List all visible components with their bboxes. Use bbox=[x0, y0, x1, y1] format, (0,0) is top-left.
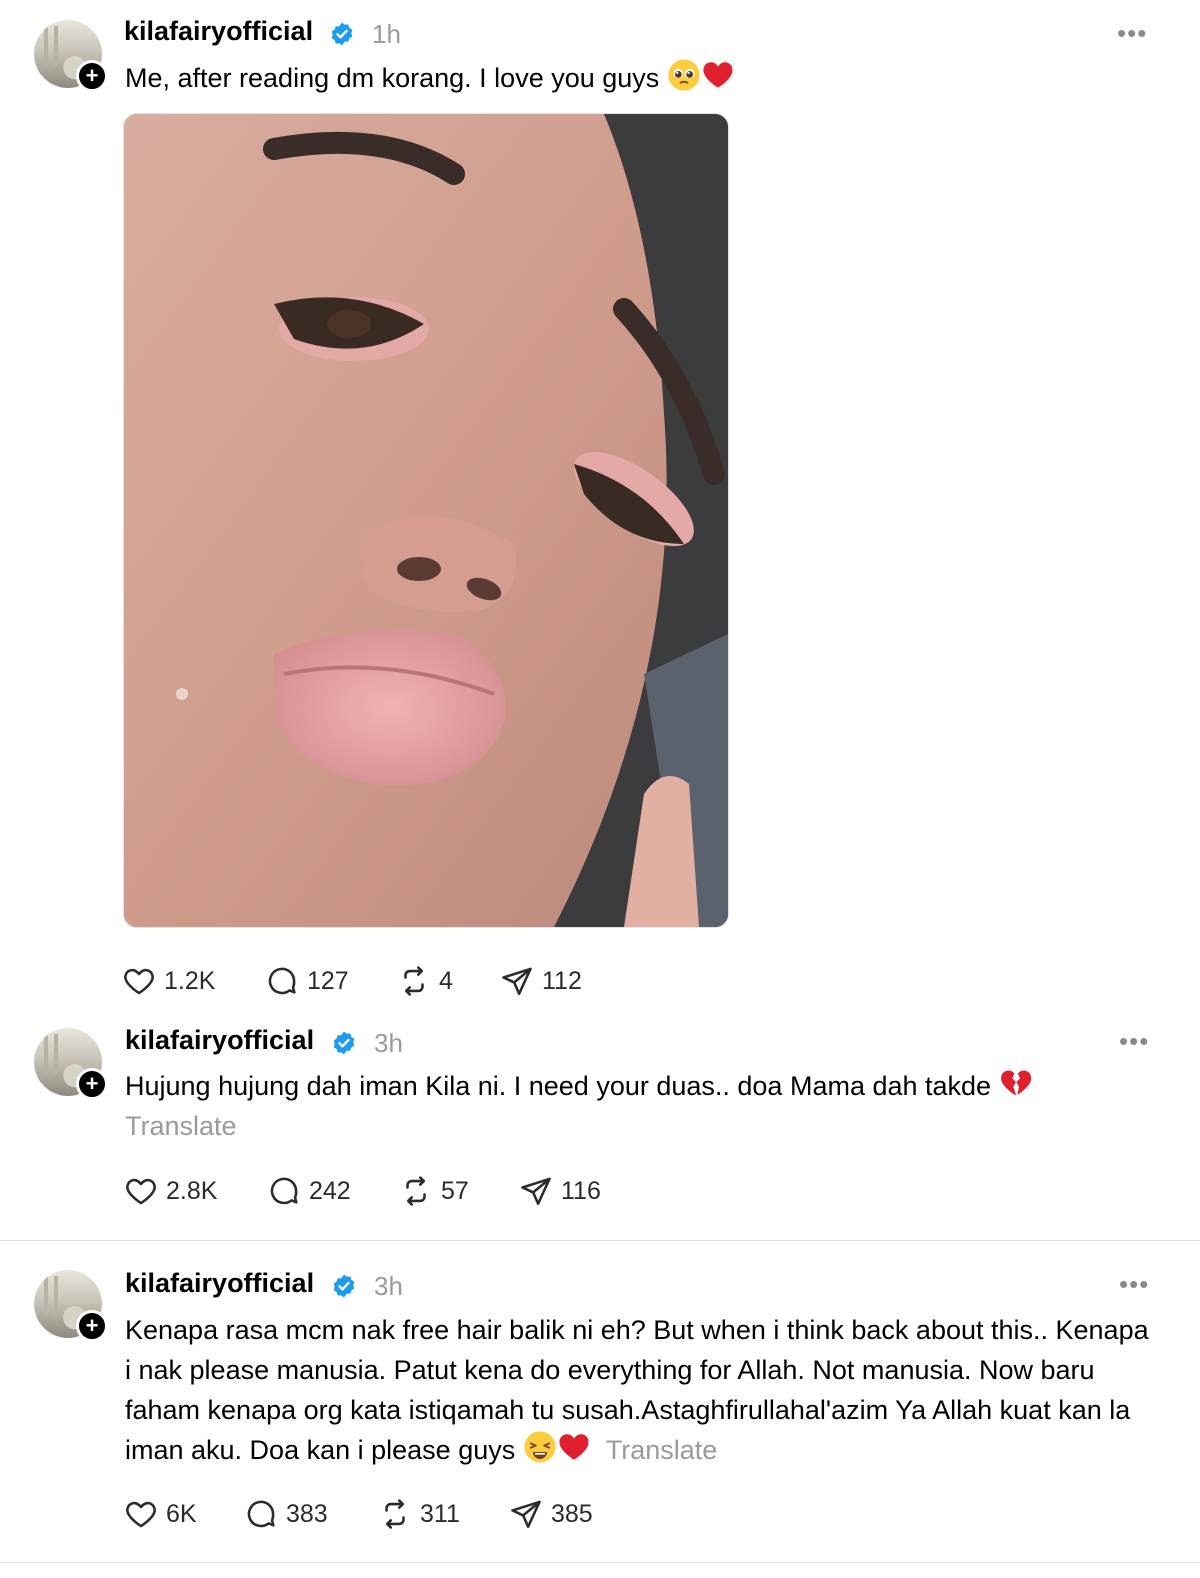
post-actions: 2.8K 242 57 116 bbox=[124, 1171, 624, 1211]
red-heart-icon bbox=[557, 1430, 591, 1464]
translate-link[interactable]: Translate bbox=[125, 1111, 237, 1141]
post-actions: 6K 383 311 385 bbox=[124, 1494, 624, 1534]
verified-badge-icon bbox=[329, 21, 355, 47]
more-dots-icon[interactable]: ••• bbox=[1119, 1269, 1149, 1300]
reply-count: 127 bbox=[307, 966, 349, 995]
avatar[interactable]: + bbox=[34, 20, 108, 92]
username[interactable]: kilafairyofficial bbox=[125, 1025, 314, 1056]
heart-outline-icon bbox=[124, 1497, 158, 1531]
follow-plus-icon[interactable]: + bbox=[76, 1068, 108, 1100]
share-count: 385 bbox=[551, 1499, 593, 1528]
speech-bubble-icon bbox=[244, 1497, 278, 1531]
more-dots-icon[interactable]: ••• bbox=[1119, 1026, 1149, 1057]
post-text-body: Hujung hujung dah iman Kila ni. I need y… bbox=[125, 1071, 992, 1101]
photo-icon bbox=[124, 114, 728, 927]
post-text-body: Me, after reading dm korang. I love you … bbox=[125, 63, 660, 93]
repost-arrows-icon bbox=[378, 1497, 412, 1531]
heart-outline-icon bbox=[122, 964, 156, 998]
avatar[interactable]: + bbox=[34, 1270, 108, 1342]
post-divider bbox=[0, 1240, 1200, 1241]
post-time: 1h bbox=[372, 19, 401, 49]
share-button[interactable]: 112 bbox=[500, 961, 582, 1001]
follow-plus-icon[interactable]: + bbox=[76, 60, 108, 92]
repost-count: 4 bbox=[439, 966, 453, 995]
heart-outline-icon bbox=[124, 1174, 158, 1208]
share-count: 112 bbox=[542, 966, 582, 995]
reply-count: 383 bbox=[286, 1499, 328, 1528]
post-photo[interactable] bbox=[123, 113, 729, 928]
post-text: Me, after reading dm korang. I love you … bbox=[125, 58, 1155, 98]
post-divider bbox=[0, 1562, 1200, 1563]
repost-count: 311 bbox=[420, 1499, 460, 1528]
like-button[interactable]: 6K bbox=[124, 1494, 197, 1534]
repost-arrows-icon bbox=[397, 964, 431, 998]
more-dots-icon[interactable]: ••• bbox=[1117, 18, 1147, 49]
username[interactable]: kilafairyofficial bbox=[125, 1268, 314, 1299]
reply-button[interactable]: 242 bbox=[267, 1171, 351, 1211]
post-actions: 1.2K 127 4 112 bbox=[122, 961, 622, 1001]
repost-button[interactable]: 57 bbox=[399, 1171, 469, 1211]
reply-count: 242 bbox=[309, 1176, 351, 1205]
verified-badge-icon bbox=[331, 1273, 357, 1299]
like-count: 2.8K bbox=[166, 1176, 218, 1205]
weary-face-icon bbox=[523, 1430, 557, 1464]
follow-plus-icon[interactable]: + bbox=[76, 1310, 108, 1342]
like-button[interactable]: 1.2K bbox=[122, 961, 215, 1001]
like-count: 1.2K bbox=[164, 966, 216, 995]
paper-plane-icon bbox=[509, 1497, 543, 1531]
paper-plane-icon bbox=[519, 1174, 553, 1208]
avatar[interactable]: + bbox=[34, 1028, 108, 1100]
share-count: 116 bbox=[561, 1176, 601, 1205]
speech-bubble-icon bbox=[265, 964, 299, 998]
reply-button[interactable]: 127 bbox=[265, 961, 349, 1001]
speech-bubble-icon bbox=[267, 1174, 301, 1208]
username[interactable]: kilafairyofficial bbox=[124, 16, 313, 47]
reply-button[interactable]: 383 bbox=[244, 1494, 328, 1534]
post-text: Hujung hujung dah iman Kila ni. I need y… bbox=[125, 1066, 1155, 1146]
verified-badge-icon bbox=[331, 1030, 357, 1056]
repost-count: 57 bbox=[441, 1176, 469, 1205]
red-heart-icon bbox=[701, 58, 735, 92]
post-text: Kenapa rasa mcm nak free hair balik ni e… bbox=[125, 1310, 1155, 1470]
like-button[interactable]: 2.8K bbox=[124, 1171, 217, 1211]
share-button[interactable]: 116 bbox=[519, 1171, 601, 1211]
repost-button[interactable]: 311 bbox=[378, 1494, 460, 1534]
thread-post: + kilafairyofficial 1h ••• Me, after rea… bbox=[0, 0, 1200, 1020]
post-time: 3h bbox=[374, 1271, 403, 1301]
broken-heart-icon bbox=[999, 1066, 1033, 1100]
post-time: 3h bbox=[374, 1028, 403, 1058]
share-button[interactable]: 385 bbox=[509, 1494, 593, 1534]
paper-plane-icon bbox=[500, 964, 534, 998]
like-count: 6K bbox=[166, 1499, 197, 1528]
pleading-face-icon bbox=[667, 58, 701, 92]
repost-button[interactable]: 4 bbox=[397, 961, 453, 1001]
thread-post: + kilafairyofficial 3h ••• Kenapa rasa m… bbox=[0, 1262, 1200, 1562]
translate-link[interactable]: Translate bbox=[606, 1435, 718, 1465]
repost-arrows-icon bbox=[399, 1174, 433, 1208]
thread-post: + kilafairyofficial 3h ••• Hujung hujung… bbox=[0, 1020, 1200, 1238]
